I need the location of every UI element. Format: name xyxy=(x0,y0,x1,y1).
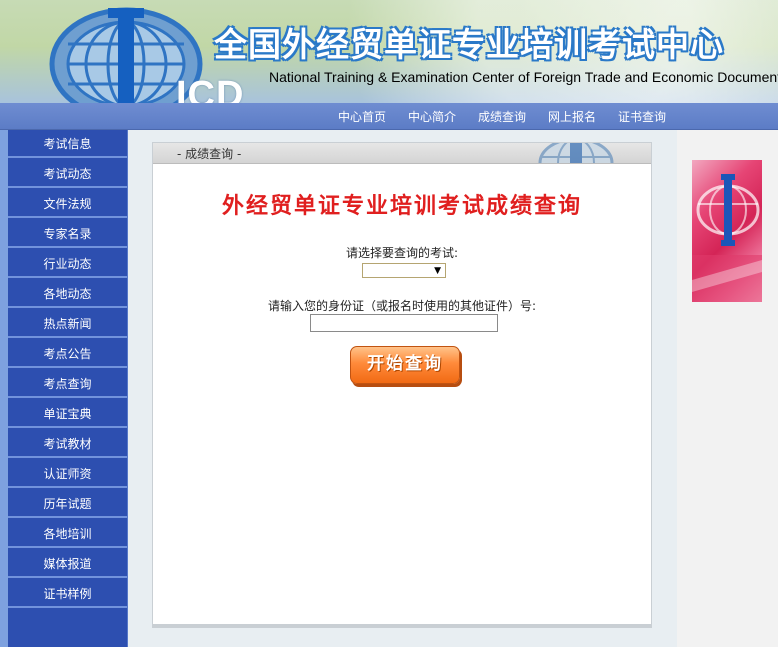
query-heading: 外经贸单证专业培训考试成绩查询 xyxy=(221,193,582,219)
globe-watermark-icon xyxy=(538,143,614,163)
sidebar-item-exam-info[interactable]: 考试信息 xyxy=(8,130,127,158)
sidebar-item-hot-news[interactable]: 热点新闻 xyxy=(8,310,127,338)
sidebar-item-regional-news[interactable]: 各地动态 xyxy=(8,280,127,308)
start-query-button[interactable]: 开始查询 xyxy=(350,346,460,384)
nav-certificate-query[interactable]: 证书查询 xyxy=(618,108,666,125)
exam-select-label: 请选择要查询的考试: xyxy=(345,246,459,260)
side-banner[interactable] xyxy=(692,160,762,302)
id-number-label: 请输入您的身份证（或报名时使用的其他证件）号: xyxy=(267,299,537,313)
nav-online-signup[interactable]: 网上报名 xyxy=(548,108,596,125)
sidebar-item-media-reports[interactable]: 媒体报道 xyxy=(8,550,127,578)
sidebar-item-textbooks[interactable]: 考试教材 xyxy=(8,430,127,458)
site-header: ICD 全国外经贸单证专业培训考试中心 National Training & … xyxy=(0,0,778,103)
banner-logo-icon xyxy=(692,174,762,302)
id-number-input[interactable] xyxy=(310,314,498,332)
sidebar-item-industry-news[interactable]: 行业动态 xyxy=(8,250,127,278)
sidebar-item-site-notices[interactable]: 考点公告 xyxy=(8,340,127,368)
nav-about[interactable]: 中心简介 xyxy=(408,108,456,125)
sidebar-item-past-papers[interactable]: 历年试题 xyxy=(8,490,127,518)
dropdown-arrow-icon: ▼ xyxy=(434,266,441,276)
logo-text: ICD xyxy=(176,74,245,103)
sidebar: 考试信息 考试动态 文件法规 专家名录 行业动态 各地动态 热点新闻 考点公告 … xyxy=(0,130,128,647)
panel-header: - 成绩查询 - xyxy=(153,143,651,164)
sidebar-item-regional-training[interactable]: 各地培训 xyxy=(8,520,127,548)
sidebar-item-handbook[interactable]: 单证宝典 xyxy=(8,400,127,428)
sidebar-item-site-query[interactable]: 考点查询 xyxy=(8,370,127,398)
exam-select[interactable]: ▼ xyxy=(362,263,446,278)
nav-home[interactable]: 中心首页 xyxy=(338,108,386,125)
sidebar-item-regulations[interactable]: 文件法规 xyxy=(8,190,127,218)
site-subtitle: National Training & Examination Center o… xyxy=(269,69,778,85)
sidebar-item-exam-news[interactable]: 考试动态 xyxy=(8,160,127,188)
sidebar-item-experts[interactable]: 专家名录 xyxy=(8,220,127,248)
sidebar-item-certificate-samples[interactable]: 证书样例 xyxy=(8,580,127,608)
sidebar-item-instructors[interactable]: 认证师资 xyxy=(8,460,127,488)
nav-score-query[interactable]: 成绩查询 xyxy=(478,108,526,125)
top-nav: 中心首页 中心简介 成绩查询 网上报名 证书查询 xyxy=(0,103,778,130)
panel-title: - 成绩查询 - xyxy=(177,147,242,161)
score-query-panel: - 成绩查询 - 外经贸单证专业培训考试成绩查询 请选择要查询的考试: ▼ 请输… xyxy=(152,142,652,628)
site-title: 全国外经贸单证专业培训考试中心 xyxy=(214,26,724,63)
